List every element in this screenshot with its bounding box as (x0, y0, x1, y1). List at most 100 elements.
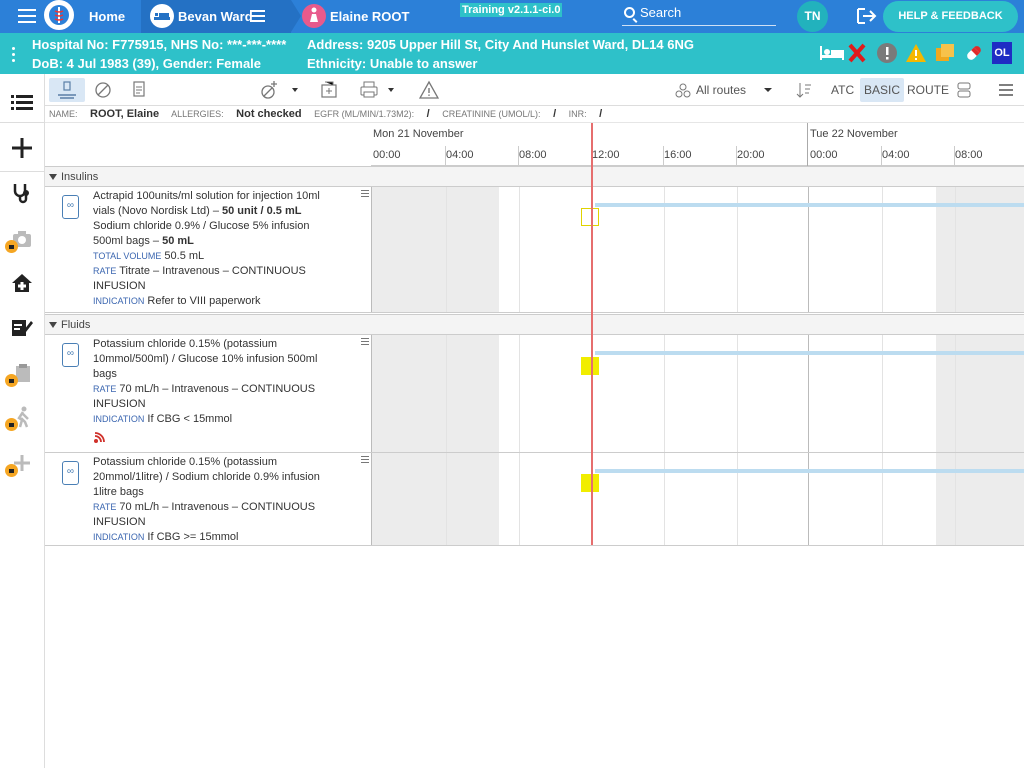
search-input[interactable]: Search (622, 4, 776, 26)
hour-label: 04:00 (446, 149, 474, 161)
administration-grid (371, 187, 1024, 312)
training-badge: Training v2.1.1-ci.0 (460, 3, 563, 17)
camera-icon[interactable] (5, 226, 36, 253)
info-alert-icon[interactable] (876, 42, 900, 64)
discharge-rx-icon[interactable] (319, 78, 339, 102)
med-name: 1litre bags (93, 486, 144, 498)
row-menu-icon[interactable] (361, 338, 369, 347)
add-medication-icon[interactable] (259, 78, 279, 102)
top-nav-bar: Home Bevan Ward Elaine ROOT Training v2.… (0, 0, 1024, 33)
breadcrumb-patient[interactable]: Elaine ROOT (330, 0, 409, 33)
add-icon[interactable] (8, 135, 36, 161)
add-locked-icon[interactable] (5, 450, 36, 477)
infusion-bag-icon: ∞ (62, 343, 79, 367)
hour-label: 08:00 (519, 149, 547, 161)
med-name: Potassium chloride 0.15% (potassium (93, 338, 278, 350)
warning-icon[interactable] (905, 42, 929, 64)
infusion-bar[interactable] (595, 351, 1024, 355)
allergies-value[interactable]: Not checked (236, 108, 301, 120)
breadcrumb-separator (131, 0, 141, 32)
inr-value: / (599, 108, 603, 120)
stethoscope-icon[interactable] (8, 180, 36, 206)
hour-label: 20:00 (737, 149, 765, 161)
group-header-insulins[interactable]: Insulins (45, 166, 1024, 187)
volume-label: TOTAL VOLUME (93, 251, 162, 261)
row-menu-icon[interactable] (361, 456, 369, 465)
clipboard-icon[interactable] (5, 360, 36, 387)
basic-view-button[interactable]: BASIC (860, 78, 905, 102)
infusion-bar[interactable] (595, 203, 1024, 207)
chart-toolbar: All routes ATC BASIC ROUTE (45, 74, 1024, 106)
med-name: Sodium chloride 0.9% / Glucose 5% infusi… (93, 220, 310, 232)
infusion-bag-icon: ∞ (62, 195, 79, 219)
due-dose-marker[interactable] (581, 357, 599, 375)
notes-edit-icon[interactable] (8, 314, 36, 340)
med-name: 500ml bags – (93, 235, 163, 247)
group-header-fluids[interactable]: Fluids (45, 314, 1024, 335)
user-avatar[interactable]: TN (797, 1, 828, 32)
home-care-icon[interactable] (8, 270, 36, 296)
med-name: 10mmol/500ml) / Glucose 10% infusion 500… (93, 353, 318, 365)
more-menu-icon[interactable] (998, 78, 1014, 102)
day-label: Mon 21 November (373, 128, 464, 140)
print-icon[interactable] (359, 78, 379, 102)
mobility-icon[interactable] (5, 404, 36, 431)
linked-signal-icon[interactable] (93, 432, 107, 447)
list-view-icon[interactable] (8, 90, 36, 116)
ward-menu-icon[interactable] (250, 10, 265, 22)
inr-label: INR: (568, 109, 587, 119)
alerts-warning-icon[interactable] (418, 78, 440, 102)
routes-icon[interactable] (675, 78, 691, 102)
row-menu-icon[interactable] (361, 190, 369, 199)
indication-value: If CBG < 15mmol (147, 413, 233, 425)
rate-value: INFUSION (93, 516, 146, 528)
due-dose-marker[interactable] (581, 474, 599, 492)
scheduled-dose-marker[interactable] (581, 208, 599, 226)
hour-label: 12:00 (592, 149, 620, 161)
collapse-triangle-icon[interactable] (49, 174, 57, 180)
infusion-bar[interactable] (595, 469, 1024, 473)
patient-menu-icon[interactable] (12, 47, 16, 65)
atc-view-button[interactable]: ATC (827, 78, 858, 102)
routes-dropdown-icon[interactable] (763, 78, 773, 102)
bed-status-icon[interactable] (818, 42, 844, 64)
search-icon (624, 7, 635, 18)
female-patient-icon (302, 4, 326, 28)
indication-value: If CBG >= 15mmol (147, 531, 239, 543)
breadcrumb-ward[interactable]: Bevan Ward (178, 0, 253, 33)
indication-label: INDICATION (93, 296, 145, 306)
document-icon[interactable] (131, 78, 147, 102)
logout-icon[interactable] (856, 7, 878, 25)
medication-pill-icon[interactable] (963, 42, 987, 64)
print-dropdown-icon[interactable] (387, 78, 395, 102)
add-medication-dropdown-icon[interactable] (291, 78, 299, 102)
pill-outline-icon[interactable] (93, 78, 113, 102)
ol-badge[interactable]: OL (992, 42, 1012, 64)
medication-details: Potassium chloride 0.15% (potassium 20mm… (93, 455, 338, 545)
sort-icon[interactable] (795, 78, 813, 102)
administration-grid (371, 453, 1024, 545)
rate-value: 70 mL/h – Intravenous – CONTINUOUS (119, 501, 316, 513)
breadcrumb-separator (291, 0, 301, 32)
name-label: NAME: (49, 109, 78, 119)
med-name: bags (93, 368, 117, 380)
help-feedback-button[interactable]: HELP & FEEDBACK (883, 1, 1018, 32)
group-title: Fluids (61, 319, 91, 331)
cross-alert-icon[interactable] (847, 42, 871, 64)
indication-label: INDICATION (93, 414, 145, 424)
creatinine-label: CREATININE (UMOL/L): (442, 109, 541, 119)
egfr-label: EGFR (ML/MIN/1.73M2): (314, 109, 415, 119)
main-menu-icon[interactable] (18, 9, 36, 23)
medication-row[interactable]: ∞ Potassium chloride 0.15% (potassium 20… (45, 453, 1024, 546)
medication-row[interactable]: ∞ Actrapid 100units/ml solution for inje… (45, 187, 1024, 313)
medication-row[interactable]: ∞ Potassium chloride 0.15% (potassium 10… (45, 335, 1024, 453)
patient-address: Address: 9205 Upper Hill St, City And Hu… (307, 37, 694, 52)
app-logo[interactable] (44, 0, 74, 30)
documents-icon[interactable] (934, 42, 958, 64)
routes-filter-select[interactable]: All routes (696, 78, 746, 102)
group-view-icon[interactable] (956, 78, 972, 102)
administer-hand-icon[interactable] (49, 78, 85, 102)
breadcrumb-home[interactable]: Home (89, 0, 125, 33)
collapse-triangle-icon[interactable] (49, 322, 57, 328)
route-view-button[interactable]: ROUTE (903, 78, 953, 102)
